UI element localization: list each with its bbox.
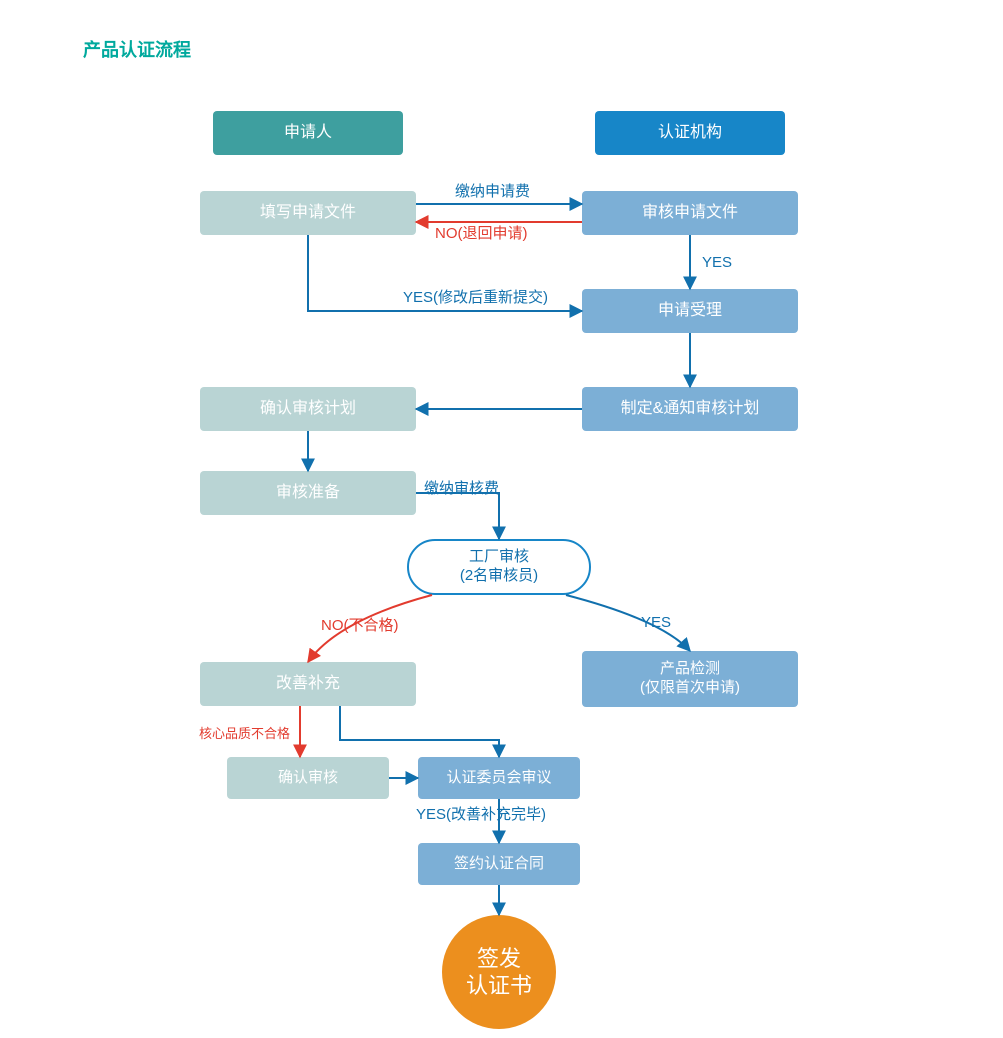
node-testing: 产品检测 (仅限首次申请) [582, 651, 798, 707]
testing-line1: 产品检测 [640, 660, 740, 679]
page-title: 产品认证流程 [83, 36, 191, 62]
node-committee: 认证委员会审议 [418, 757, 580, 799]
node-accept: 申请受理 [582, 289, 798, 333]
issue-line1: 签发 [466, 945, 532, 973]
node-confirm-plan: 确认审核计划 [200, 387, 416, 431]
label-no-return: NO(退回申请) [435, 222, 528, 243]
node-issue-certificate: 签发 认证书 [442, 915, 556, 1029]
factory-audit-line1: 工厂审核 [460, 548, 538, 567]
node-confirm-audit: 确认审核 [227, 757, 389, 799]
label-yes-2: YES [641, 614, 671, 631]
node-contract: 签约认证合同 [418, 843, 580, 885]
node-prepare: 审核准备 [200, 471, 416, 515]
label-yes-1: YES [702, 254, 732, 271]
label-pay-app-fee: 缴纳申请费 [455, 180, 530, 201]
label-yes-improved: YES(改善补充完毕) [416, 803, 546, 824]
node-improve: 改善补充 [200, 662, 416, 706]
node-make-plan: 制定&通知审核计划 [582, 387, 798, 431]
label-yes-resubmit: YES(修改后重新提交) [403, 286, 548, 307]
header-applicant: 申请人 [213, 111, 403, 155]
testing-line2: (仅限首次申请) [640, 679, 740, 698]
label-pay-audit-fee: 缴纳审核费 [424, 477, 499, 498]
node-fill-docs: 填写申请文件 [200, 191, 416, 235]
label-no-fail: NO(不合格) [321, 614, 399, 635]
header-authority: 认证机构 [595, 111, 785, 155]
node-factory-audit: 工厂审核 (2名审核员) [407, 539, 591, 595]
issue-line2: 认证书 [466, 972, 532, 1000]
node-review-docs: 审核申请文件 [582, 191, 798, 235]
factory-audit-line2: (2名审核员) [460, 567, 538, 586]
label-core-fail: 核心品质不合格 [199, 723, 290, 742]
flowchart-stage: 产品认证流程 申请人 认证机构 填写申请文件 审核申请文件 申请受理 确认审核计… [0, 0, 1003, 1038]
